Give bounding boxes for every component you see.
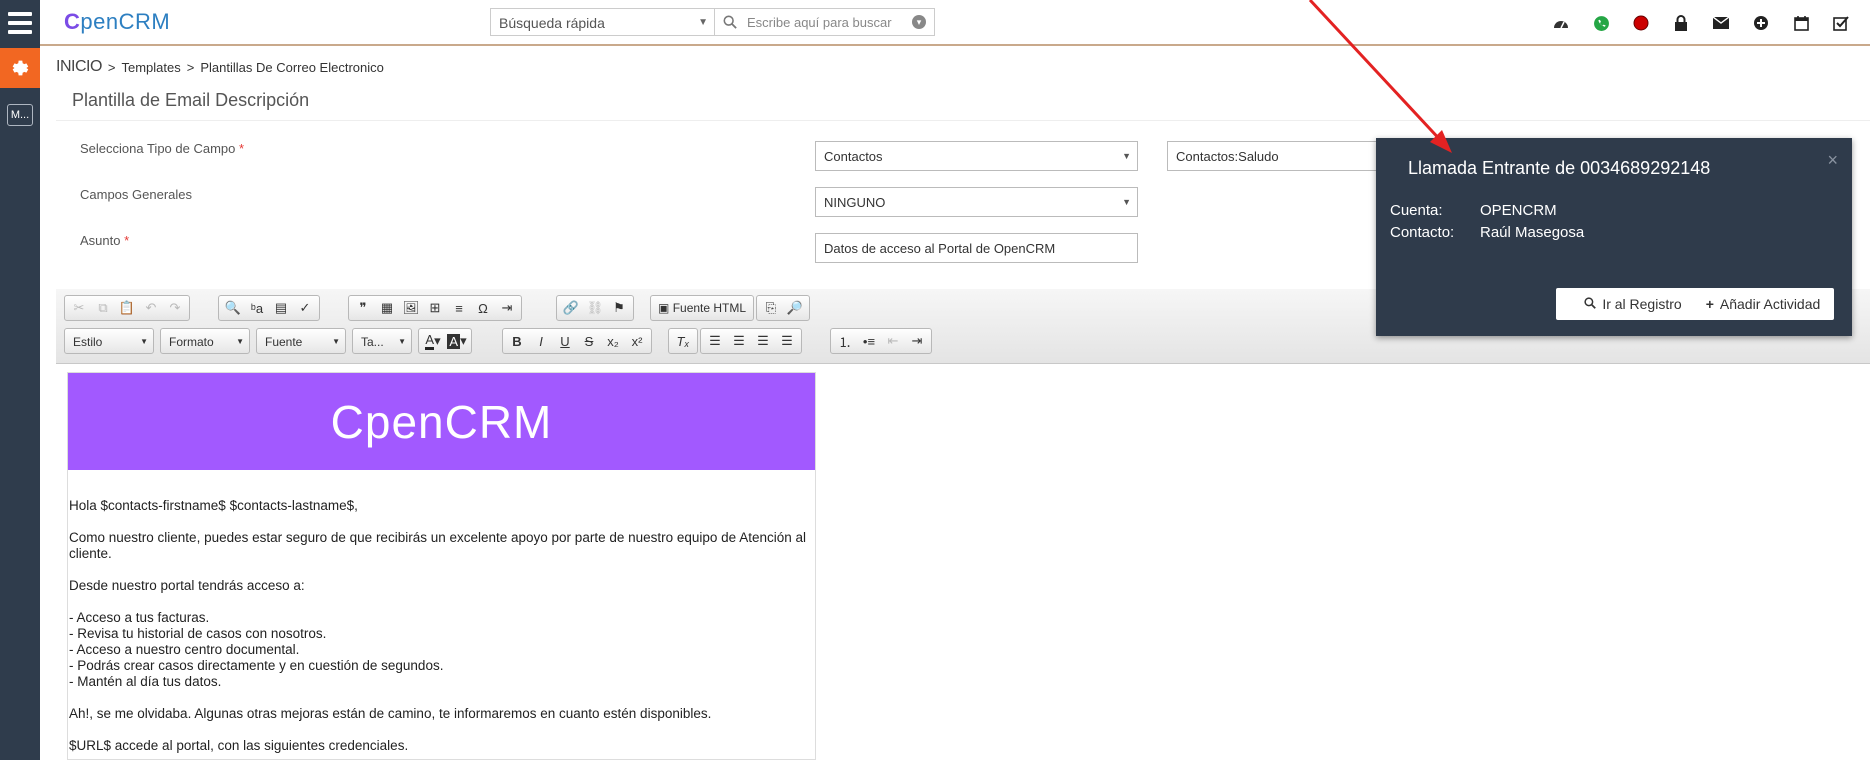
annotation-arrow — [1308, 0, 1452, 153]
app-root: M... CpenCRM Búsqueda rápida ▼ Escribe a… — [0, 0, 1870, 760]
